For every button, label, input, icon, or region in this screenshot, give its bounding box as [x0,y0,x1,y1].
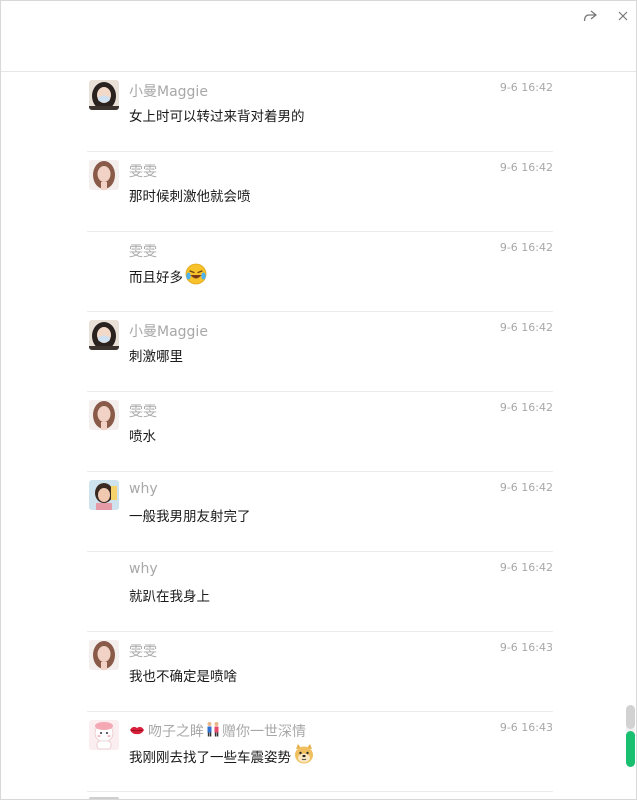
timestamp: 9-6 16:42 [499,161,553,174]
avatar-maggie[interactable] [89,80,119,110]
message-text-content: 女上时可以转过来背对着男的 [129,109,305,125]
timestamp: 9-6 16:42 [499,81,553,94]
avatar-wenzi[interactable] [89,720,119,750]
message-text: 我刚刚去找了一些车震姿势 [129,743,315,769]
message-text: 刺激哪里 [129,345,183,365]
message-text-content: 我也不确定是喷啥 [129,669,237,685]
chat-history-window: 小曼Maggie 9-6 16:42 女上时可以转过来背对着男的 雯雯 9-6 … [0,0,637,800]
message-item: 雯雯 9-6 16:43 我也不确定是喷啥 [87,632,553,712]
sender-name[interactable]: 吻子之眸 赠你一世深情 [129,721,306,741]
timestamp: 9-6 16:42 [499,321,553,334]
timestamp: 9-6 16:43 [499,721,553,734]
avatar-wenwen[interactable] [89,160,119,190]
avatar-maggie[interactable] [89,320,119,350]
message-item: 小曼Maggie 9-6 16:42 女上时可以转过来背对着男的 [87,72,553,152]
message-item: 小曼Maggie 9-6 16:42 刺激哪里 [87,312,553,392]
doge-emoji [293,743,315,769]
message-text-content: 一般我男朋友射完了 [129,509,251,525]
title-bar [1,1,636,72]
laughing-crying-emoji [185,263,207,289]
message-text-content: 我刚刚去找了一些车震姿势 [129,750,291,766]
sender-name[interactable]: 雯雯 [129,401,157,421]
message-text: 就趴在我身上 [129,585,210,605]
share-button[interactable] [579,5,601,27]
timestamp: 9-6 16:42 [499,481,553,494]
sender-name[interactable]: 雯雯 [129,241,157,261]
sender-name[interactable]: 雯雯 [129,641,157,661]
message-item: why 9-6 16:42 就趴在我身上 [87,552,553,632]
message-item: 雯雯 9-6 16:42 那时候刺激他就会喷 [87,152,553,232]
close-button[interactable] [612,5,634,27]
message-text: 而且好多 [129,263,207,289]
avatar-why[interactable] [89,480,119,510]
message-text-content: 那时候刺激他就会喷 [129,189,251,205]
sender-name-part: 吻子之眸 [148,724,204,740]
scrollbar-thumb[interactable] [626,731,635,767]
couple-icon [205,721,221,741]
sender-name[interactable]: 小曼Maggie [129,321,208,341]
message-text: 女上时可以转过来背对着男的 [129,105,305,125]
message-text: 喷水 [129,425,156,445]
message-text-content: 喷水 [129,429,156,445]
sender-name[interactable]: why [129,481,158,497]
scrollbar[interactable] [626,705,635,767]
sender-name[interactable]: 雯雯 [129,161,157,181]
timestamp: 9-6 16:43 [499,641,553,654]
message-list[interactable]: 小曼Maggie 9-6 16:42 女上时可以转过来背对着男的 雯雯 9-6 … [1,72,636,799]
message-text: 一般我男朋友射完了 [129,505,251,525]
message-text: 我也不确定是喷啥 [129,665,237,685]
timestamp: 9-6 16:42 [499,241,553,254]
message-item: 雯雯 9-6 16:42 而且好多 [87,232,553,312]
close-icon [618,11,628,21]
message-item: why 9-6 16:42 一般我男朋友射完了 [87,472,553,552]
message-item: 雯雯 9-6 16:42 喷水 [87,392,553,472]
timestamp: 9-6 16:42 [499,561,553,574]
lips-icon [129,723,145,739]
timestamp: 9-6 16:42 [499,401,553,414]
message-item: 吻子之眸 赠你一世深情 9-6 16:43 我刚刚去找了一些车震姿势 [87,712,553,792]
sender-name[interactable]: why [129,561,158,577]
sender-name[interactable]: 小曼Maggie [129,81,208,101]
avatar-wenwen[interactable] [89,400,119,430]
sender-name-part: 赠你一世深情 [222,724,306,740]
share-icon [583,10,597,22]
avatar-wenwen[interactable] [89,640,119,670]
scrollbar-track-upper [626,705,635,729]
message-text-content: 而且好多 [129,270,183,286]
message-text: 那时候刺激他就会喷 [129,185,251,205]
message-text-content: 刺激哪里 [129,349,183,365]
message-text-content: 就趴在我身上 [129,589,210,605]
